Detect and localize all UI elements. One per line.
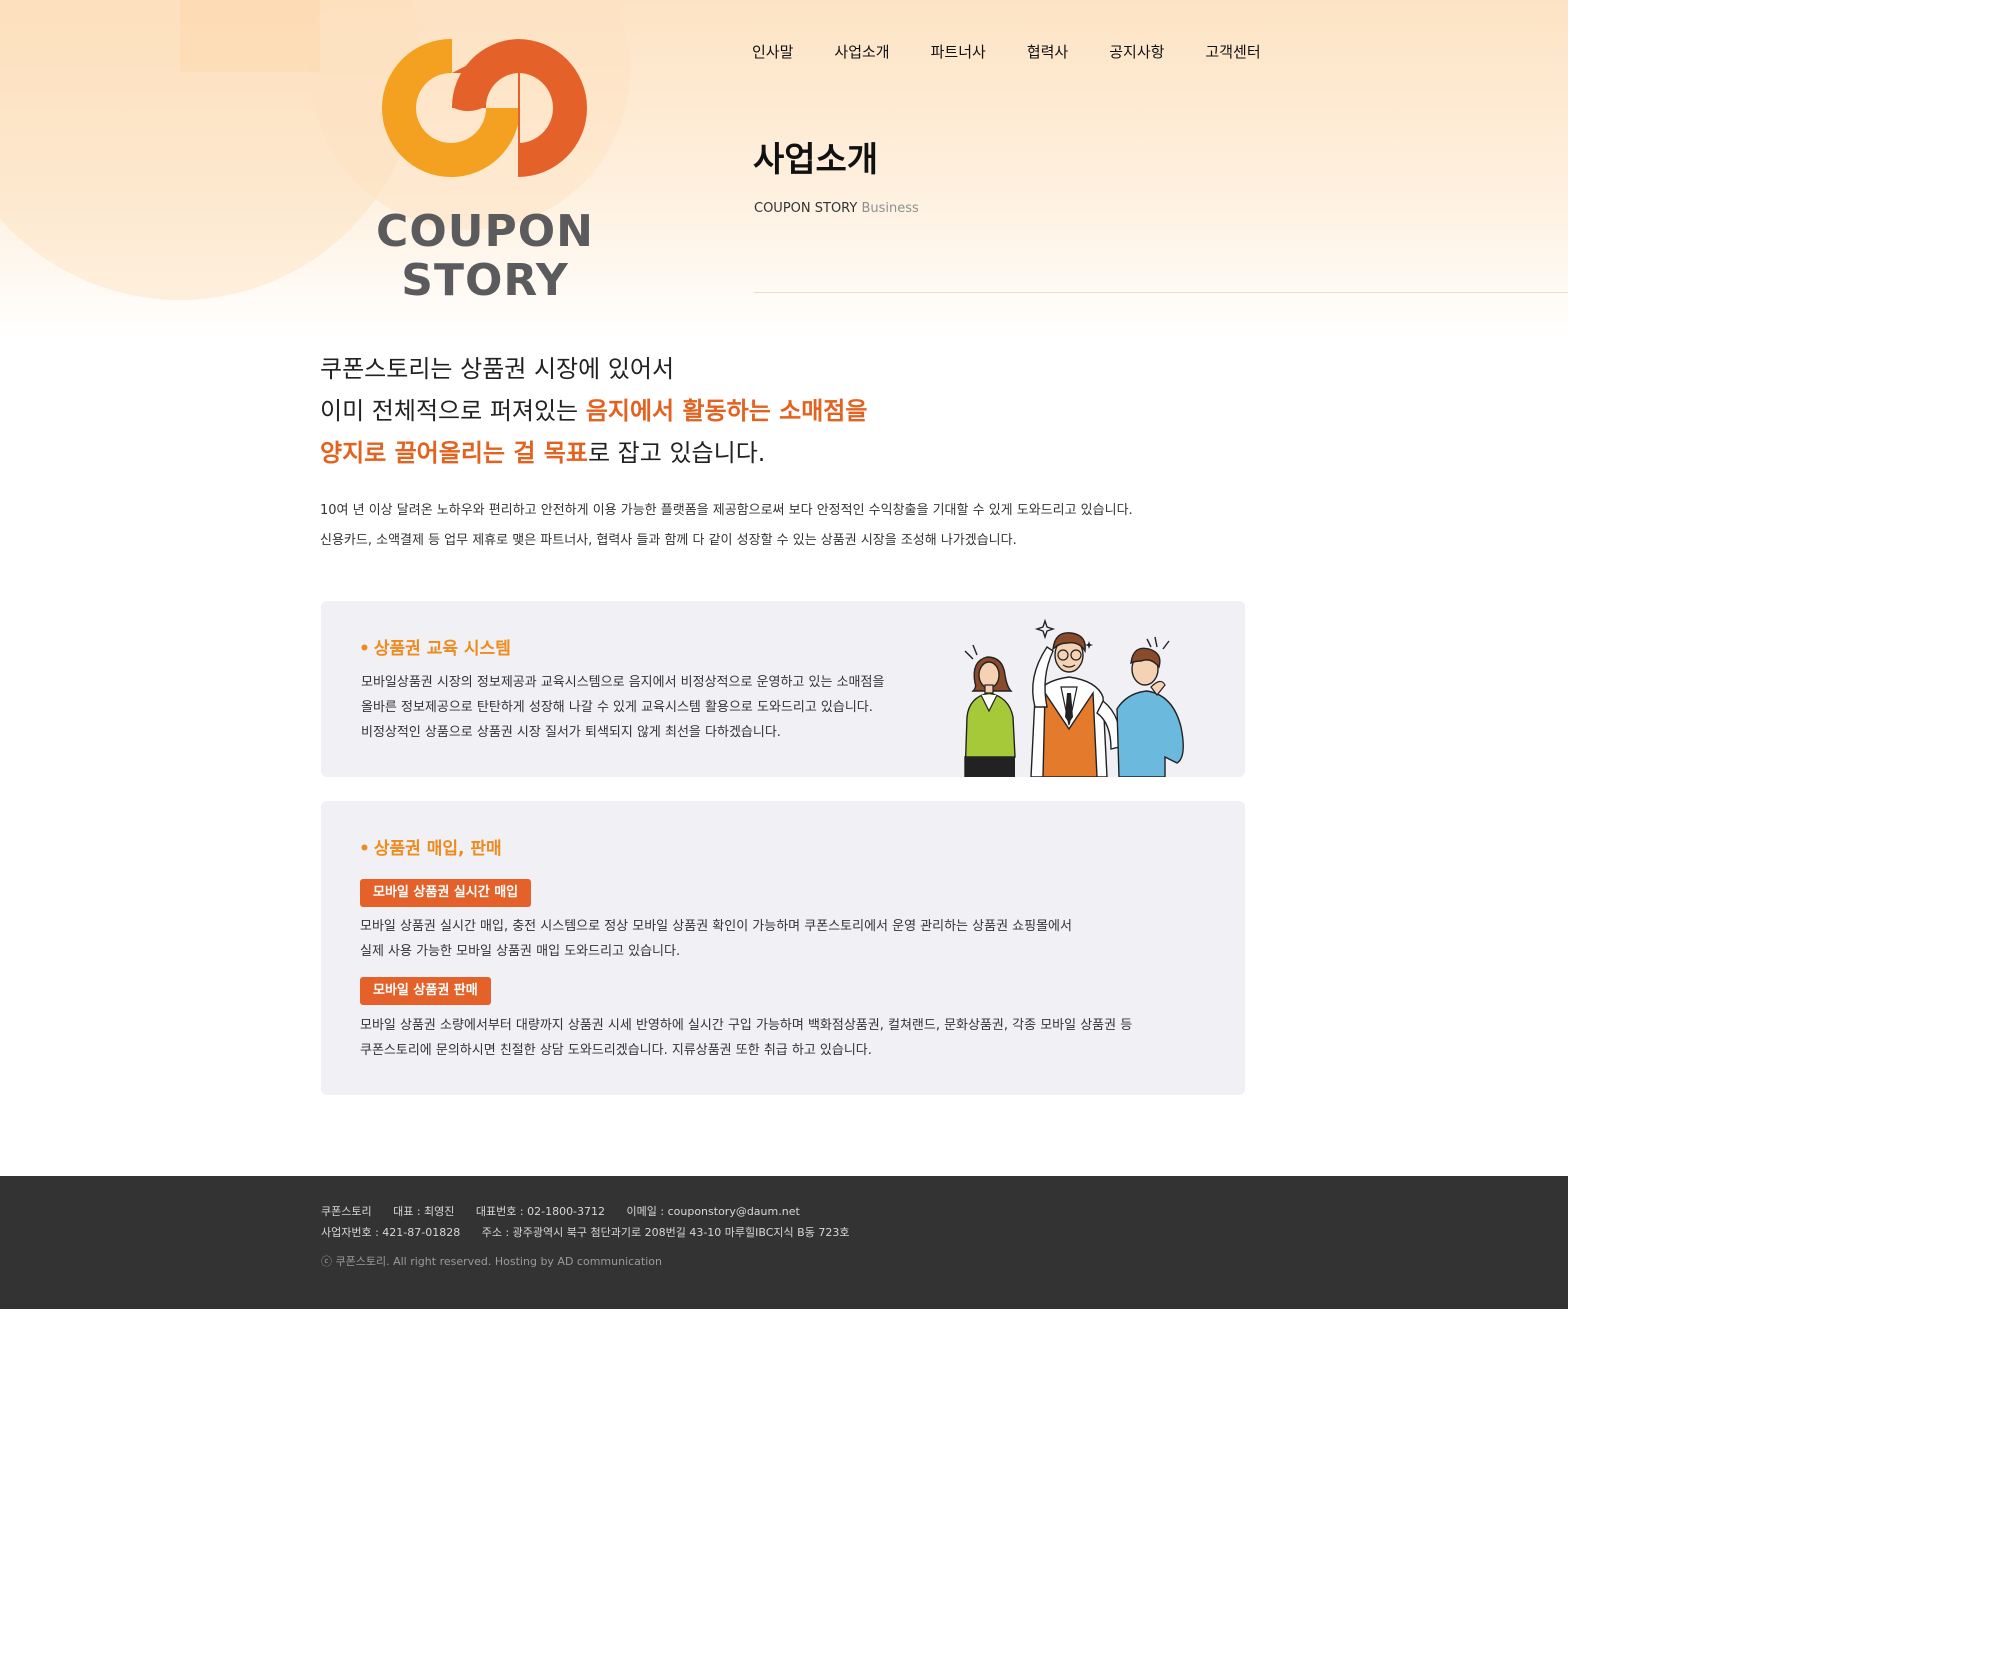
footer-phone: 대표번호 : 02-1800-3712 [475,1205,606,1218]
footer-copyright: ⓒ 쿠폰스토리. All right reserved. Hosting by … [321,1255,662,1268]
intro-line-2-highlight: 음지에서 활동하는 소매점을 [585,397,868,425]
intro-line-3-highlight: 양지로 끌어올리는 걸 목표 [320,439,588,467]
intro-line-2-text: 이미 전체적으로 퍼져있는 [320,397,586,425]
footer-ceo: 대표 : 최영진 [393,1205,455,1218]
page-subtitle: COUPON STORY Business [754,200,919,218]
main-navigation: 인사말 사업소개 파트너사 협력사 공지사항 고객센터 [752,42,1261,62]
card-purchase-line: 실제 사용 가능한 모바일 상품권 매입 도와드리고 있습니다. [360,944,681,959]
coupon-story-logo[interactable]: COUPON STORY [370,30,600,305]
hero-banner: COUPON STORY 인사말 사업소개 파트너사 협력사 공지사항 고객센터… [0,0,1568,340]
nav-cooperators[interactable]: 협력사 [1027,42,1068,62]
bullet-icon: • [359,639,370,659]
intro-headline: 쿠폰스토리는 상품권 시장에 있어서 이미 전체적으로 퍼져있는 음지에서 활동… [320,348,867,474]
card-education-line: 모바일상품권 시장의 정보제공과 교육시스템으로 음지에서 비정상적으로 운영하… [361,675,885,690]
footer: 쿠폰스토리 대표 : 최영진 대표번호 : 02-1800-3712 이메일 :… [0,1176,1568,1309]
footer-business-info: 사업자번호 : 421-87-01828 주소 : 광주광역시 북구 첨단과기로… [321,1225,867,1241]
card-title-education: • 상품권 교육 시스템 [359,637,511,661]
intro-line-1: 쿠폰스토리는 상품권 시장에 있어서 [320,355,675,383]
card-education-line: 올바른 정보제공으로 탄탄하게 성장해 나갈 수 있게 교육시스템 활용으로 도… [361,700,873,715]
tag-mobile-sale: 모바일 상품권 판매 [360,977,491,1005]
footer-company: 쿠폰스토리 [321,1205,372,1218]
nav-business[interactable]: 사업소개 [834,42,889,62]
purchase-sale-card: • 상품권 매입, 판매 모바일 상품권 실시간 매입 모바일 상품권 실시간 매… [321,801,1245,1095]
nav-partners[interactable]: 파트너사 [931,42,986,62]
bullet-icon: • [359,839,370,859]
card-title-purchase-sale: • 상품권 매입, 판매 [359,837,502,861]
logo-mark-icon [382,38,587,177]
intro-desc-2: 신용카드, 소액결제 등 업무 제휴로 맺은 파트너사, 협력사 들과 함께 다… [320,533,1017,548]
logo-text-story: STORY [401,255,569,306]
card-sale-text: 모바일 상품권 소량에서부터 대량까지 상품권 시세 반영하에 실시간 구입 가… [360,1013,1132,1063]
business-people-illustration-icon [964,618,1184,777]
footer-company-info: 쿠폰스토리 대표 : 최영진 대표번호 : 02-1800-3712 이메일 :… [321,1204,818,1220]
intro-line-3: 양지로 끌어올리는 걸 목표로 잡고 있습니다. [320,432,867,474]
page-title: 사업소개 [753,140,879,180]
card-title-purchase-sale-text: 상품권 매입, 판매 [373,839,502,859]
tag-realtime-purchase: 모바일 상품권 실시간 매입 [360,879,532,907]
page-subtitle-main: COUPON STORY [754,201,858,216]
card-sale-line: 쿠폰스토리에 문의하시면 친절한 상담 도와드리겠습니다. 지류상품권 또한 취… [360,1043,872,1058]
card-title-education-text: 상품권 교육 시스템 [373,639,511,659]
nav-customer-center[interactable]: 고객센터 [1205,42,1260,62]
card-purchase-line: 모바일 상품권 실시간 매입, 충전 시스템으로 정상 모바일 상품권 확인이 … [360,919,1072,934]
education-system-card: • 상품권 교육 시스템 모바일상품권 시장의 정보제공과 교육시스템으로 음지에… [321,601,1245,777]
page-subtitle-accent: Business [861,201,919,216]
header-divider [754,292,1568,293]
footer-address: 주소 : 광주광역시 북구 첨단과기로 208번길 43-10 마루힐IBC지식… [481,1226,850,1239]
card-sale-line: 모바일 상품권 소량에서부터 대량까지 상품권 시세 반영하에 실시간 구입 가… [360,1018,1133,1033]
intro-line-2: 이미 전체적으로 퍼져있는 음지에서 활동하는 소매점을 [320,390,867,432]
card-education-text: 모바일상품권 시장의 정보제공과 교육시스템으로 음지에서 비정상적으로 운영하… [361,670,884,745]
logo-text-coupon: COUPON [376,206,594,257]
footer-biz-no: 사업자번호 : 421-87-01828 [321,1226,461,1239]
card-education-line: 비정상적인 상품으로 상품권 시장 질서가 퇴색되지 않게 최선을 다하겠습니다… [361,725,781,740]
intro-line-3-text: 로 잡고 있습니다. [587,439,766,467]
intro-desc-1: 10여 년 이상 달려온 노하우와 편리하고 안전하게 이용 가능한 플랫폼을 … [320,503,1133,518]
nav-notices[interactable]: 공지사항 [1109,42,1164,62]
intro-description: 10여 년 이상 달려온 노하우와 편리하고 안전하게 이용 가능한 플랫폼을 … [320,496,1133,556]
nav-greeting[interactable]: 인사말 [752,42,793,62]
footer-email[interactable]: 이메일 : couponstory@daum.net [627,1205,800,1218]
card-purchase-text: 모바일 상품권 실시간 매입, 충전 시스템으로 정상 모바일 상품권 확인이 … [360,914,1072,964]
